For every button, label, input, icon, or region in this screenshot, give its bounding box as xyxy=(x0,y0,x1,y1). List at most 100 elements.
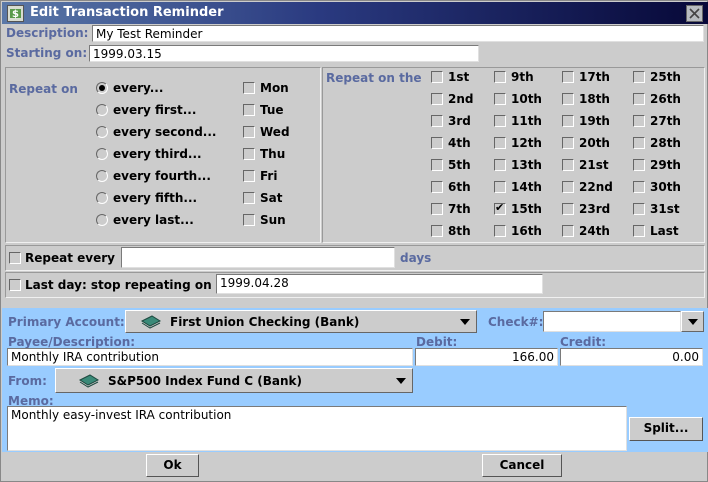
day-checkbox[interactable] xyxy=(633,181,645,193)
day-checkbox[interactable] xyxy=(494,115,506,127)
day-label: 1st xyxy=(448,70,470,84)
from-account-dropdown[interactable]: S&P500 Index Fund C (Bank) xyxy=(55,368,413,393)
repeat-option-radio[interactable] xyxy=(96,214,108,226)
chevron-down-icon xyxy=(460,319,470,325)
day-checkbox[interactable] xyxy=(431,93,443,105)
credit-label: Credit: xyxy=(560,335,607,349)
day-checkbox[interactable] xyxy=(633,71,645,83)
day-checkbox[interactable] xyxy=(431,137,443,149)
repeat-option-radio[interactable] xyxy=(96,82,108,94)
day-checkbox[interactable] xyxy=(431,159,443,171)
day-checkbox[interactable] xyxy=(431,181,443,193)
day-label: 30th xyxy=(650,180,681,194)
weekday-checkbox[interactable] xyxy=(243,148,255,160)
day-checkbox[interactable] xyxy=(633,203,645,215)
repeat-option-radio[interactable] xyxy=(96,126,108,138)
check-number-dropdown[interactable] xyxy=(681,311,704,332)
chevron-down-icon xyxy=(688,319,698,325)
day-checkbox[interactable] xyxy=(431,71,443,83)
ok-button[interactable]: Ok xyxy=(146,454,199,477)
primary-account-value: First Union Checking (Bank) xyxy=(170,315,360,329)
debit-label: Debit: xyxy=(416,335,458,349)
day-label: 6th xyxy=(448,180,471,194)
last-day-field[interactable]: 1999.04.28 xyxy=(216,274,543,294)
day-checkbox[interactable] xyxy=(562,203,574,215)
repeat-option-radio[interactable] xyxy=(96,192,108,204)
day-checkbox[interactable] xyxy=(562,225,574,237)
repeat-every-field[interactable] xyxy=(121,247,395,268)
day-label: 28th xyxy=(650,136,681,150)
close-icon[interactable] xyxy=(686,5,703,22)
repeat-option-label: every fourth... xyxy=(113,169,211,183)
day-label: 14th xyxy=(511,180,542,194)
debit-field[interactable]: 166.00 xyxy=(415,348,558,366)
day-checkbox[interactable] xyxy=(431,115,443,127)
repeat-option-label: every last... xyxy=(113,213,194,227)
repeat-option-radio[interactable] xyxy=(96,170,108,182)
day-label: 12th xyxy=(511,136,542,150)
day-checkbox[interactable] xyxy=(562,115,574,127)
day-checkbox[interactable] xyxy=(431,203,443,215)
day-label: 20th xyxy=(579,136,610,150)
day-checkbox[interactable] xyxy=(494,71,506,83)
cancel-button[interactable]: Cancel xyxy=(482,454,562,477)
day-checkbox[interactable] xyxy=(494,201,506,215)
repeat-on-label: Repeat on xyxy=(9,82,78,96)
repeat-option-label: every second... xyxy=(113,125,217,139)
day-label: 21st xyxy=(579,158,609,172)
payee-field[interactable]: Monthly IRA contribution xyxy=(7,348,413,366)
day-label: 23rd xyxy=(579,202,611,216)
day-checkbox[interactable] xyxy=(562,159,574,171)
day-label: 5th xyxy=(448,158,471,172)
day-checkbox[interactable] xyxy=(562,181,574,193)
last-day-label: Last day: stop repeating on xyxy=(25,278,212,292)
day-checkbox[interactable] xyxy=(494,137,506,149)
day-label: 31st xyxy=(650,202,680,216)
weekday-checkbox[interactable] xyxy=(243,214,255,226)
dollar-icon: $ xyxy=(7,5,24,22)
memo-field[interactable]: Monthly easy-invest IRA contribution xyxy=(7,406,627,451)
day-label: 9th xyxy=(511,70,534,84)
repeat-every-label: Repeat every xyxy=(25,251,115,265)
day-checkbox[interactable] xyxy=(494,225,506,237)
day-checkbox[interactable] xyxy=(633,115,645,127)
repeat-option-label: every third... xyxy=(113,147,202,161)
credit-field[interactable]: 0.00 xyxy=(560,348,703,366)
day-label: 29th xyxy=(650,158,681,172)
day-checkbox[interactable] xyxy=(562,137,574,149)
repeat-every-checkbox[interactable] xyxy=(9,252,21,264)
weekday-checkbox[interactable] xyxy=(243,170,255,182)
split-button[interactable]: Split... xyxy=(629,417,703,441)
day-checkbox[interactable] xyxy=(562,71,574,83)
day-checkbox[interactable] xyxy=(633,137,645,149)
weekday-checkbox[interactable] xyxy=(243,82,255,94)
day-checkbox[interactable] xyxy=(494,159,506,171)
weekday-checkbox[interactable] xyxy=(243,104,255,116)
day-label: 8th xyxy=(448,224,471,238)
bank-account-icon xyxy=(78,374,100,388)
check-number-field[interactable] xyxy=(543,311,681,332)
weekday-label: Fri xyxy=(260,169,278,183)
day-label: 25th xyxy=(650,70,681,84)
weekday-checkbox[interactable] xyxy=(243,126,255,138)
day-checkbox[interactable] xyxy=(494,181,506,193)
repeat-option-label: every... xyxy=(113,81,164,95)
last-day-checkbox[interactable] xyxy=(9,279,21,291)
day-checkbox[interactable] xyxy=(562,93,574,105)
svg-text:$: $ xyxy=(12,9,19,20)
day-checkbox[interactable] xyxy=(494,93,506,105)
weekday-checkbox[interactable] xyxy=(243,192,255,204)
day-checkbox[interactable] xyxy=(633,225,645,237)
weekday-label: Wed xyxy=(260,125,290,139)
day-checkbox[interactable] xyxy=(633,93,645,105)
starting-on-field[interactable]: 1999.03.15 xyxy=(89,45,479,62)
description-field[interactable]: My Test Reminder xyxy=(92,25,704,42)
primary-account-dropdown[interactable]: First Union Checking (Bank) xyxy=(125,310,477,333)
title-bar[interactable]: $ Edit Transaction Reminder xyxy=(2,2,708,24)
day-checkbox[interactable] xyxy=(633,159,645,171)
repeat-option-label: every first... xyxy=(113,103,197,117)
weekday-label: Thu xyxy=(260,147,286,161)
day-checkbox[interactable] xyxy=(431,225,443,237)
repeat-option-radio[interactable] xyxy=(96,104,108,116)
repeat-option-radio[interactable] xyxy=(96,148,108,160)
